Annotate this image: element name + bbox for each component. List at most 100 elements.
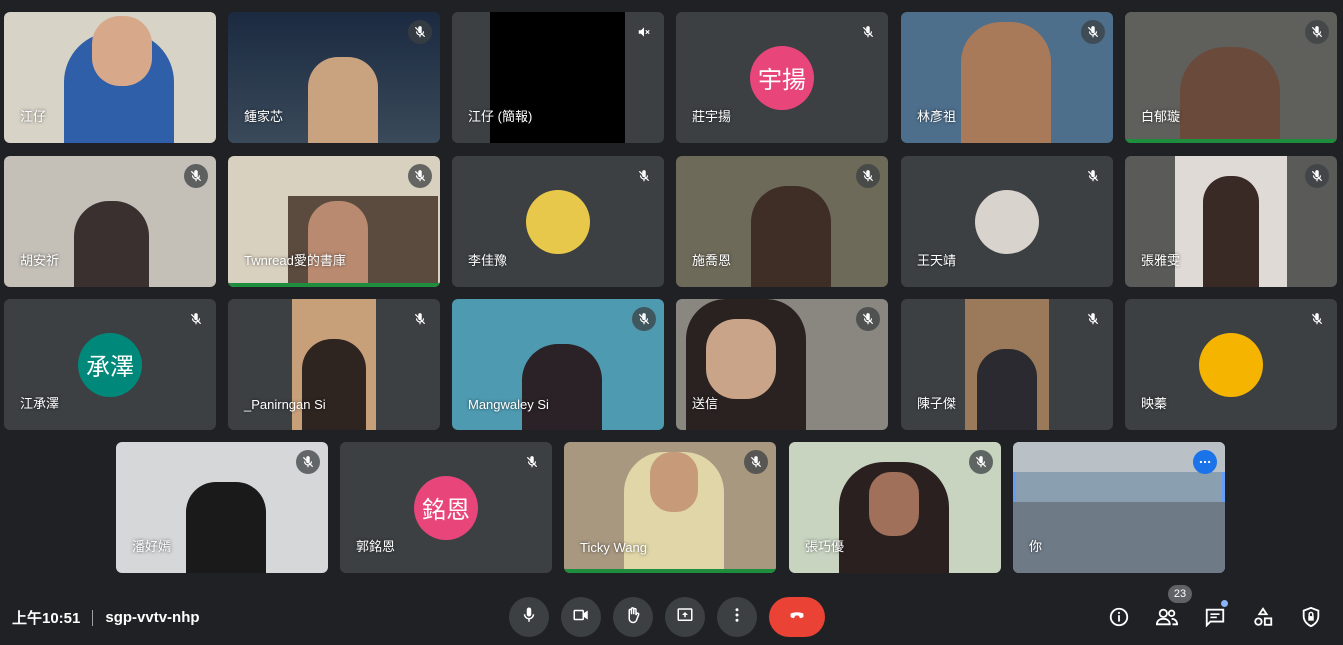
participant-name: Ticky Wang — [580, 540, 647, 555]
chat-unread-dot — [1221, 600, 1228, 607]
participant-tile[interactable]: 銘恩 郭銘恩 — [340, 442, 552, 573]
participant-tile[interactable]: 映蓁 — [1125, 299, 1337, 430]
participant-tile[interactable]: 鍾家芯 — [228, 12, 440, 143]
participant-name: 白郁璇 — [1141, 109, 1181, 124]
camera-button[interactable] — [561, 597, 601, 637]
mic-off-icon — [184, 164, 208, 188]
end-call-icon — [786, 604, 808, 631]
participant-tile[interactable]: Ticky Wang — [564, 442, 776, 573]
speaking-indicator — [564, 569, 776, 573]
participant-face — [302, 339, 366, 430]
participant-tile[interactable]: 張雅雯 — [1125, 156, 1337, 287]
mic-off-icon — [969, 450, 993, 474]
meeting-code[interactable]: sgp-vvtv-nhp — [105, 609, 199, 626]
avatar — [526, 189, 590, 254]
participant-tile[interactable]: 宇揚 莊宇揚 — [676, 12, 888, 143]
participant-tile[interactable]: 李佳豫 — [452, 156, 664, 287]
mic-off-icon — [408, 307, 432, 331]
participant-tile[interactable]: 江仔 — [4, 12, 216, 143]
mic-off-icon — [632, 307, 656, 331]
mic-off-icon — [856, 164, 880, 188]
people-button[interactable] — [1153, 605, 1181, 633]
more-options-icon[interactable] — [1193, 450, 1217, 474]
camera-icon — [572, 606, 590, 629]
mic-off-icon — [1081, 20, 1105, 44]
self-tile[interactable]: 你 — [1013, 442, 1225, 573]
raise-hand-icon — [624, 606, 642, 629]
mic-off-icon — [856, 20, 880, 44]
participant-tile[interactable]: Mangwaley Si — [452, 299, 664, 430]
participant-name: 林彥祖 — [917, 109, 957, 124]
participant-tile[interactable]: 潘好嫣 — [116, 442, 328, 573]
participant-face — [869, 472, 919, 536]
mic-button[interactable] — [509, 597, 549, 637]
participant-name: Mangwaley Si — [468, 397, 549, 412]
divider — [92, 609, 94, 626]
activities-icon — [1252, 606, 1274, 633]
speaking-indicator — [228, 283, 440, 287]
mic-icon — [520, 606, 538, 629]
avatar: 承澤 — [78, 332, 142, 397]
participant-name: _Panirngan Si — [244, 397, 326, 412]
mic-off-icon — [1081, 164, 1105, 188]
participant-tile[interactable]: 胡安祈 — [4, 156, 216, 287]
end-call-button[interactable] — [769, 597, 825, 637]
mic-off-icon — [296, 450, 320, 474]
participant-tile[interactable]: 施喬恩 — [676, 156, 888, 287]
participant-tile[interactable]: 送信 — [676, 299, 888, 430]
present-button[interactable] — [665, 597, 705, 637]
participant-name: 鍾家芯 — [244, 109, 284, 124]
mic-off-icon — [1081, 307, 1105, 331]
participant-video — [74, 201, 149, 287]
mic-off-icon — [184, 307, 208, 331]
participant-name: 莊宇揚 — [692, 109, 732, 124]
meeting-details-button[interactable] — [1105, 605, 1133, 633]
avatar: 宇揚 — [750, 45, 814, 110]
participant-name: 李佳豫 — [468, 253, 508, 268]
participant-tile[interactable]: 承澤 江承澤 — [4, 299, 216, 430]
participant-tile[interactable]: 白郁璇 — [1125, 12, 1337, 143]
chat-icon — [1204, 606, 1226, 633]
participant-name: 江仔 — [20, 109, 47, 124]
participant-name: 王天靖 — [917, 253, 957, 268]
participant-tile[interactable]: 張巧優 — [789, 442, 1001, 573]
participant-tile[interactable]: 王天靖 — [901, 156, 1113, 287]
participant-name: 江仔 (簡報) — [468, 109, 533, 124]
participant-tile[interactable]: Twnread愛的書庫 — [228, 156, 440, 287]
activities-button[interactable] — [1249, 605, 1277, 633]
mic-off-icon — [856, 307, 880, 331]
speaking-indicator — [1125, 139, 1337, 143]
participant-face — [1203, 176, 1259, 287]
volume-off-icon — [632, 20, 656, 44]
participant-video — [308, 201, 368, 287]
participant-name: 陳子傑 — [917, 396, 957, 411]
participant-name: 江承澤 — [20, 396, 60, 411]
participant-video — [751, 186, 831, 287]
meeting-info: 上午10:51 sgp-vvtv-nhp — [12, 607, 200, 628]
mic-off-icon — [1305, 20, 1329, 44]
participant-tile[interactable]: _Panirngan Si — [228, 299, 440, 430]
raise-hand-button[interactable] — [613, 597, 653, 637]
host-controls-button[interactable] — [1297, 605, 1325, 633]
participant-name: 送信 — [692, 396, 719, 411]
avatar — [975, 189, 1039, 254]
participant-name: 施喬恩 — [692, 253, 732, 268]
bottom-bar: 上午10:51 sgp-vvtv-nhp — [0, 585, 1343, 645]
mic-off-icon — [744, 450, 768, 474]
participant-face — [650, 452, 698, 512]
participant-tile[interactable]: 陳子傑 — [901, 299, 1113, 430]
participant-tile[interactable]: 林彥祖 — [901, 12, 1113, 143]
more-options-button[interactable] — [717, 597, 757, 637]
host-controls-icon — [1300, 606, 1322, 633]
participant-name: 潘好嫣 — [132, 539, 172, 554]
participant-video — [308, 57, 378, 143]
participant-name: 張巧優 — [805, 539, 845, 554]
participant-video — [186, 482, 266, 573]
mic-off-icon — [408, 164, 432, 188]
participant-tile[interactable]: 江仔 (簡報) — [452, 12, 664, 143]
participant-name: 郭銘恩 — [356, 539, 396, 554]
chat-button[interactable] — [1201, 605, 1229, 633]
participant-count-badge: 23 — [1168, 585, 1192, 603]
participant-face — [977, 349, 1037, 430]
mic-off-icon — [632, 164, 656, 188]
